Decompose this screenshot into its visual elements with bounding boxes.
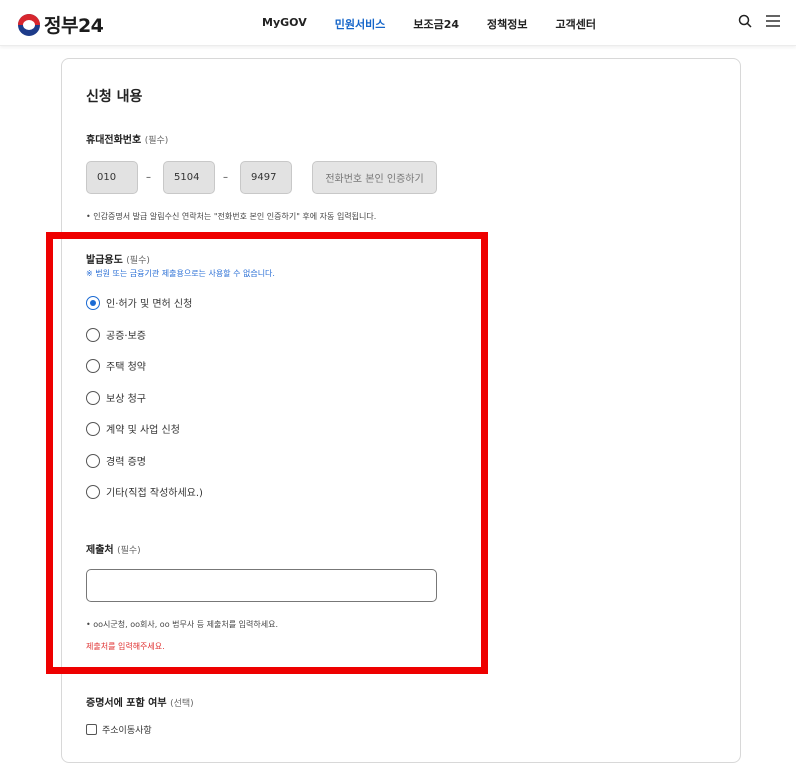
phone-part-3[interactable]: 9497	[240, 161, 292, 194]
phone-separator: –	[223, 172, 228, 183]
radio-icon[interactable]	[86, 327, 100, 342]
include-label: 증명서에 포함 여부 (선택)	[86, 698, 194, 709]
phone-separator: –	[146, 172, 151, 183]
phone-part-2[interactable]: 5104	[163, 161, 215, 194]
nav-item-civil-service[interactable]: 민원서비스	[335, 16, 386, 32]
nav-item-policy[interactable]: 정책정보	[487, 16, 527, 32]
purpose-option-notarization[interactable]: 공증·보증	[86, 327, 146, 342]
purpose-option-housing[interactable]: 주택 청약	[86, 358, 146, 373]
submit-to-error: 제출처를 입력해주세요.	[86, 642, 165, 651]
phone-note: • 인감증명서 발급 알림수신 연락처는 "전화번호 본인 인증하기" 후에 자…	[86, 212, 377, 221]
radio-icon[interactable]	[86, 421, 100, 436]
radio-icon[interactable]	[86, 358, 100, 373]
purpose-option-compensation[interactable]: 보상 청구	[86, 390, 146, 405]
purpose-label: 발급용도 (필수)	[86, 255, 150, 266]
purpose-option-other[interactable]: 기타(직접 작성하세요.)	[86, 484, 203, 499]
submit-to-note: • oo시군청, oo회사, oo 법무사 등 제출처를 입력하세요.	[86, 620, 278, 629]
checkbox-icon[interactable]	[86, 724, 97, 735]
menu-icon[interactable]	[766, 15, 780, 27]
radio-selected-icon[interactable]	[86, 295, 100, 310]
nav-item-customer-center[interactable]: 고객센터	[555, 16, 595, 32]
main-nav: MyGOV 민원서비스 보조금24 정책정보 고객센터	[262, 16, 596, 32]
top-header: 정부24 MyGOV 민원서비스 보조금24 정책정보 고객센터	[0, 0, 796, 46]
section-title: 신청 내용	[86, 89, 143, 105]
phone-part-1[interactable]: 010	[86, 161, 138, 194]
search-icon[interactable]	[738, 14, 752, 28]
phone-label: 휴대전화번호 (필수)	[86, 135, 169, 146]
phone-verify-button[interactable]: 전화번호 본인 인증하기	[312, 161, 437, 194]
address-change-checkbox-row[interactable]: 주소이동사항	[86, 723, 152, 736]
nav-item-subsidy[interactable]: 보조금24	[413, 16, 459, 32]
optional-tag: (선택)	[170, 699, 194, 709]
purpose-option-contract[interactable]: 계약 및 사업 신청	[86, 421, 180, 436]
radio-icon[interactable]	[86, 390, 100, 405]
required-tag: (필수)	[126, 256, 150, 266]
application-form-card: 신청 내용 휴대전화번호 (필수) 010 – 5104 – 9497 전화번호…	[61, 58, 741, 763]
required-tag: (필수)	[117, 546, 141, 556]
purpose-notice: ※ 법원 또는 금융기관 제출용으로는 사용할 수 없습니다.	[86, 269, 275, 278]
logo[interactable]: 정부24	[18, 11, 104, 38]
logo-text: 정부24	[44, 15, 104, 37]
radio-icon[interactable]	[86, 484, 100, 499]
taegeuk-logo-icon	[18, 13, 40, 36]
required-tag: (필수)	[144, 136, 169, 146]
submit-to-input[interactable]	[86, 569, 437, 602]
nav-item-mygov[interactable]: MyGOV	[262, 16, 307, 32]
radio-icon[interactable]	[86, 453, 100, 468]
purpose-option-license[interactable]: 인·허가 및 면허 신청	[86, 295, 192, 310]
submit-to-label: 제출처 (필수)	[86, 545, 141, 556]
purpose-option-career[interactable]: 경력 증명	[86, 453, 146, 468]
